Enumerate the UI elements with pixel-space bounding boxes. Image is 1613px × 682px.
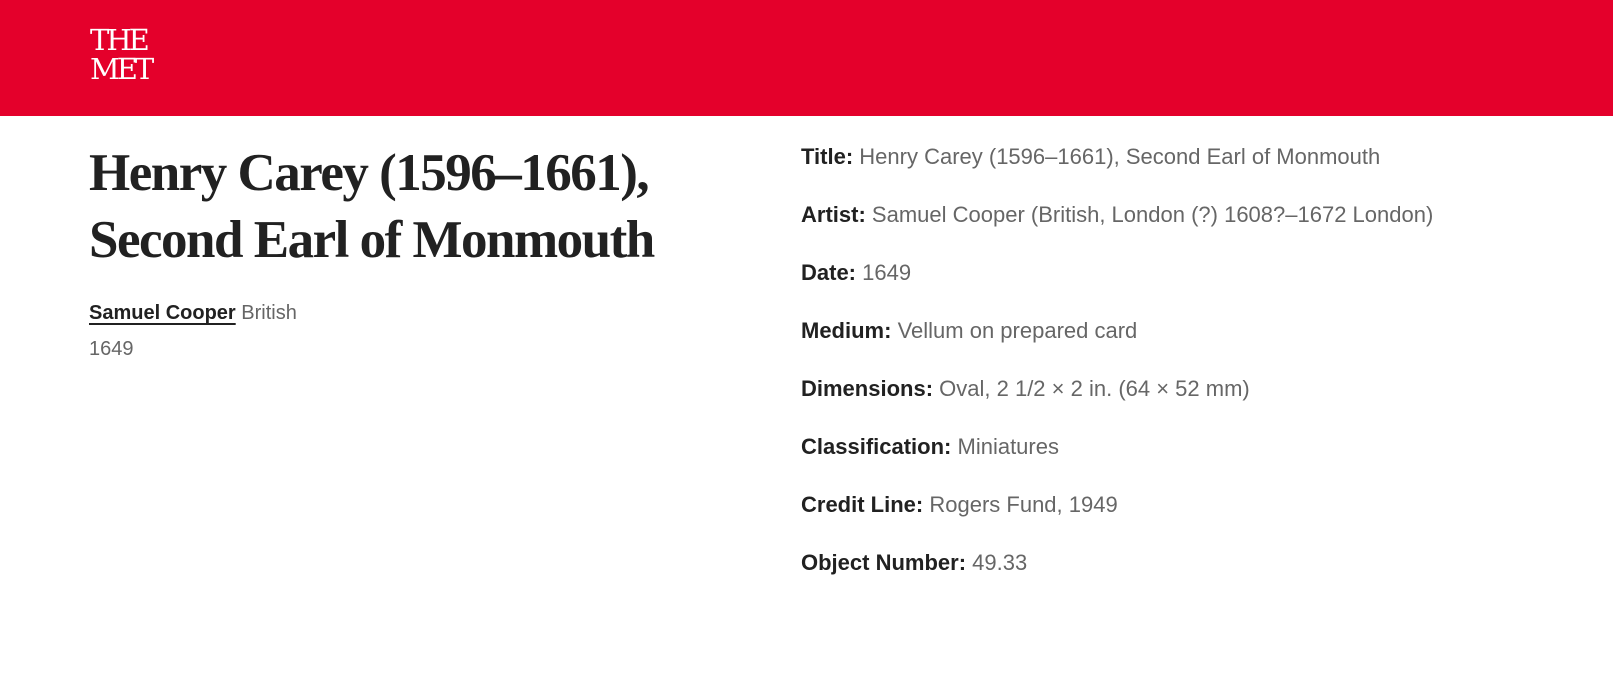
detail-value: Henry Carey (1596–1661), Second Earl of …: [859, 144, 1381, 169]
detail-label: Object Number:: [801, 550, 967, 575]
detail-label: Artist:: [801, 202, 866, 227]
detail-value: 1649: [862, 260, 912, 285]
artist-link[interactable]: Samuel Cooper: [89, 302, 236, 324]
object-details-list: Title: Henry Carey (1596–1661), Second E…: [801, 140, 1591, 604]
logo-line-met: MET: [90, 52, 154, 86]
artist-nationality: British: [241, 302, 297, 324]
detail-row-classification: Classification: Miniatures: [801, 430, 1591, 488]
detail-label: Credit Line:: [801, 492, 924, 517]
detail-row-artist: Artist: Samuel Cooper (British, London (…: [801, 198, 1591, 256]
met-logo[interactable]: THE MET: [90, 23, 154, 86]
detail-value: Rogers Fund, 1949: [929, 492, 1118, 517]
artwork-summary: Henry Carey (1596–1661), Second Earl of …: [89, 140, 729, 362]
logo-line-the: THE: [90, 23, 150, 57]
detail-row-dimensions: Dimensions: Oval, 2 1/2 × 2 in. (64 × 52…: [801, 372, 1591, 430]
detail-row-credit-line: Credit Line: Rogers Fund, 1949: [801, 488, 1591, 546]
detail-value: Miniatures: [957, 434, 1059, 459]
detail-label: Title:: [801, 144, 854, 169]
detail-row-date: Date: 1649: [801, 256, 1591, 314]
detail-label: Classification:: [801, 434, 952, 459]
detail-row-object-number: Object Number: 49.33: [801, 546, 1591, 604]
detail-row-medium: Medium: Vellum on prepared card: [801, 314, 1591, 372]
detail-value: Samuel Cooper (British, London (?) 1608?…: [871, 202, 1434, 227]
detail-label: Dimensions:: [801, 376, 934, 401]
detail-value: Vellum on prepared card: [897, 318, 1138, 343]
detail-value: 49.33: [972, 550, 1028, 575]
detail-row-title: Title: Henry Carey (1596–1661), Second E…: [801, 140, 1591, 198]
detail-label: Medium:: [801, 318, 892, 343]
page-title: Henry Carey (1596–1661), Second Earl of …: [89, 144, 655, 269]
detail-label: Date:: [801, 260, 857, 285]
artwork-date: 1649: [89, 338, 134, 360]
artist-line: Samuel Cooper British: [89, 300, 729, 326]
header-bar: THE MET: [0, 0, 1613, 116]
detail-value: Oval, 2 1/2 × 2 in. (64 × 52 mm): [939, 376, 1250, 401]
